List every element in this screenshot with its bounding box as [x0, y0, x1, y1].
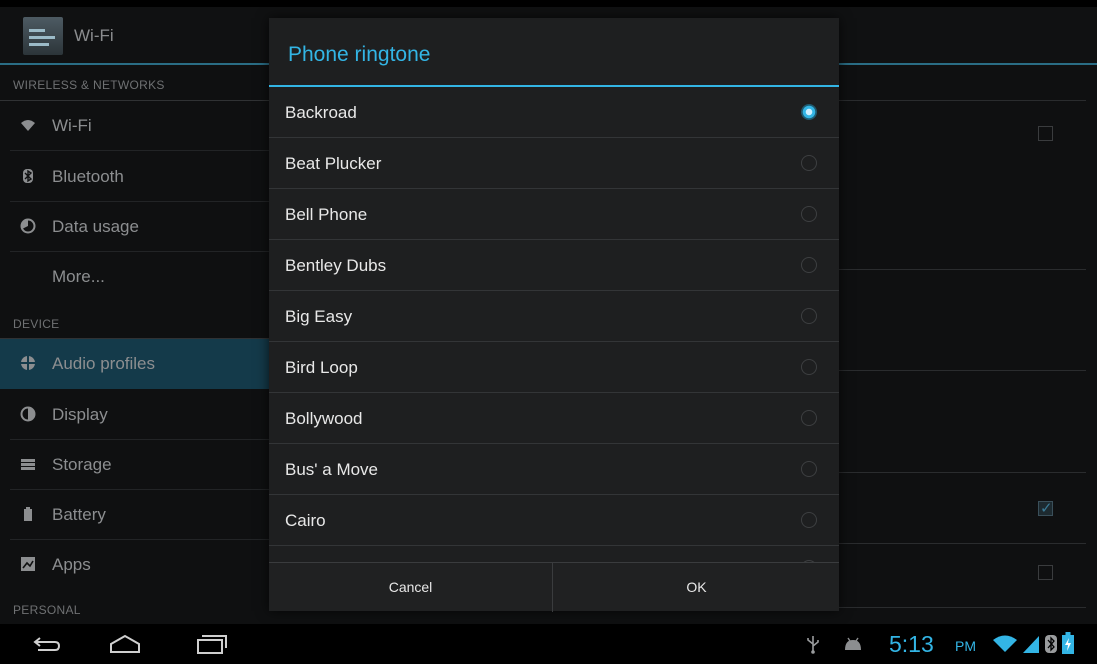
section-header-wireless: WIRELESS & NETWORKS — [13, 78, 165, 92]
radio-button[interactable] — [801, 359, 817, 375]
sidebar-item-more[interactable]: More... — [0, 252, 270, 302]
dialog-title: Phone ringtone — [288, 43, 431, 66]
status-clock: 5:13 — [889, 631, 934, 657]
divider — [838, 100, 1086, 101]
battery-icon — [20, 506, 36, 522]
cancel-button[interactable]: Cancel — [269, 563, 553, 612]
setting-checkbox[interactable] — [1038, 565, 1053, 580]
sidebar-item-label: Bluetooth — [52, 167, 124, 186]
sidebar-item-data-usage[interactable]: Data usage — [0, 202, 270, 252]
divider — [838, 543, 1086, 544]
wifi-icon — [20, 117, 36, 133]
sidebar-item-label: Battery — [52, 505, 106, 524]
ringtone-label: Bollywood — [285, 409, 363, 428]
sidebar-item-wifi[interactable]: Wi-Fi — [0, 101, 270, 151]
ringtone-label: Bentley Dubs — [285, 256, 387, 275]
back-button[interactable] — [30, 632, 64, 656]
wifi-signal-icon — [992, 634, 1018, 659]
radio-button[interactable] — [801, 512, 817, 528]
ringtone-label: Bus' a Move — [285, 460, 379, 479]
battery-charging-icon — [1062, 632, 1074, 659]
ringtone-option[interactable]: Bus' a Move — [269, 444, 839, 495]
sidebar-item-label: Storage — [52, 455, 112, 474]
ringtone-label: Big Easy — [285, 307, 353, 326]
ringtone-label: Beat Plucker — [285, 154, 382, 173]
ringtone-option[interactable]: Big Easy — [269, 291, 839, 342]
settings-sidebar: WIRELESS & NETWORKS Wi-Fi Bluetooth Data… — [0, 67, 270, 624]
sidebar-item-label: Display — [52, 405, 108, 424]
bluetooth-icon — [1045, 634, 1057, 659]
sidebar-item-label: Audio profiles — [52, 354, 156, 373]
apps-icon — [20, 556, 36, 572]
ringtone-label: Bell Phone — [285, 205, 368, 224]
setting-checkbox-checked[interactable] — [1038, 499, 1053, 517]
ringtone-option[interactable]: Beat Plucker — [269, 138, 839, 189]
section-header-personal: PERSONAL — [13, 603, 81, 617]
divider — [838, 607, 1086, 608]
radio-button[interactable] — [801, 206, 817, 222]
recent-apps-icon — [197, 635, 227, 654]
ringtone-label: Cairo — [285, 511, 326, 530]
sidebar-item-bluetooth[interactable]: Bluetooth — [0, 152, 270, 202]
home-icon — [110, 634, 140, 653]
sidebar-item-battery[interactable]: Battery — [0, 490, 270, 540]
ringtone-list[interactable]: Backroad Beat Plucker Bell Phone Bentley… — [269, 87, 839, 562]
radio-button-selected[interactable] — [801, 104, 817, 120]
back-icon — [33, 637, 61, 651]
ringtone-option[interactable]: Backroad — [269, 87, 839, 138]
status-clock-ampm: PM — [955, 638, 976, 654]
sidebar-item-label: Data usage — [52, 217, 139, 236]
ringtone-label: Bird Loop — [285, 358, 358, 377]
sidebar-item-label: Apps — [52, 555, 91, 574]
action-bar-title: Wi-Fi — [74, 26, 114, 45]
radio-button[interactable] — [801, 308, 817, 324]
display-icon — [20, 406, 36, 422]
sidebar-item-audio-profiles[interactable]: Audio profiles — [0, 339, 270, 389]
ringtone-option[interactable]: Bentley Dubs — [269, 240, 839, 291]
divider — [838, 472, 1086, 473]
ringtone-option-partial[interactable] — [269, 546, 839, 562]
system-navigation-bar: 5:13 PM — [0, 624, 1097, 664]
sidebar-item-label: Wi-Fi — [52, 116, 92, 135]
radio-button[interactable] — [801, 155, 817, 171]
sidebar-item-storage[interactable]: Storage — [0, 440, 270, 490]
radio-button[interactable] — [801, 461, 817, 477]
ringtone-option[interactable]: Bell Phone — [269, 189, 839, 240]
sidebar-item-label: More... — [52, 267, 105, 286]
ok-button[interactable]: OK — [554, 563, 839, 612]
section-header-device: DEVICE — [13, 317, 60, 331]
ringtone-label: Backroad — [285, 103, 357, 122]
settings-app-icon[interactable] — [23, 17, 63, 55]
cell-signal-icon — [1022, 634, 1040, 659]
ringtone-option[interactable]: Bird Loop — [269, 342, 839, 393]
ringtone-option[interactable]: Cairo — [269, 495, 839, 546]
recent-apps-button[interactable] — [194, 632, 228, 656]
android-debug-icon — [843, 636, 863, 657]
radio-button[interactable] — [801, 257, 817, 273]
phone-ringtone-dialog: Phone ringtone Backroad Beat Plucker Bel… — [269, 18, 839, 612]
audio-profiles-icon — [20, 355, 36, 371]
detail-pane — [838, 67, 1097, 624]
storage-icon — [20, 456, 36, 472]
radio-button[interactable] — [801, 410, 817, 426]
divider — [838, 370, 1086, 371]
bluetooth-icon — [20, 168, 36, 184]
sidebar-item-apps[interactable]: Apps — [0, 540, 270, 590]
data-usage-icon — [20, 218, 36, 234]
usb-icon — [806, 634, 820, 659]
home-button[interactable] — [108, 632, 142, 656]
ringtone-option[interactable]: Bollywood — [269, 393, 839, 444]
divider — [838, 269, 1086, 270]
sidebar-item-display[interactable]: Display — [0, 390, 270, 440]
setting-checkbox[interactable] — [1038, 126, 1053, 141]
dialog-button-bar: Cancel OK — [269, 562, 839, 612]
